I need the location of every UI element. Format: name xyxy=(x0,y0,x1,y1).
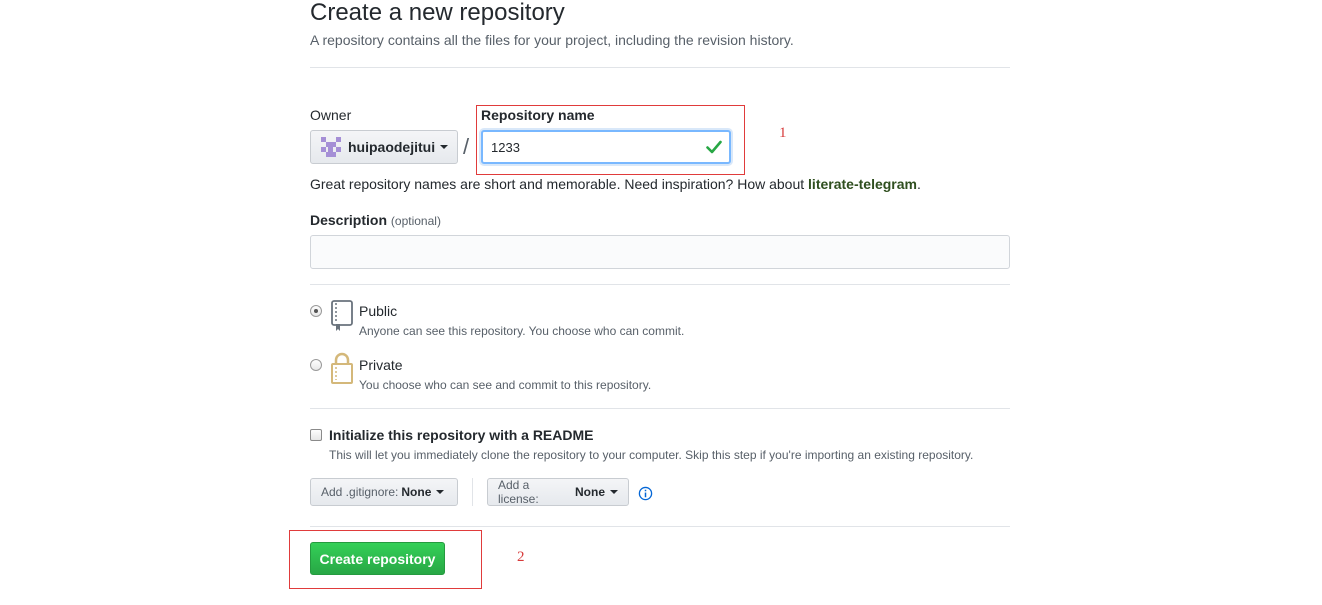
owner-dropdown[interactable]: huipaodejitui xyxy=(310,130,458,164)
repo-name-label: Repository name xyxy=(481,107,595,123)
license-dropdown[interactable]: Add a license: None xyxy=(487,478,629,506)
public-desc: Anyone can see this repository. You choo… xyxy=(359,324,685,338)
info-icon[interactable] xyxy=(638,486,653,501)
owner-name: huipaodejitui xyxy=(348,139,436,155)
description-label: Description (optional) xyxy=(310,212,441,228)
private-desc: You choose who can see and commit to thi… xyxy=(359,378,652,392)
readme-title: Initialize this repository with a README xyxy=(329,427,594,443)
readme-desc: This will let you immediately clone the … xyxy=(329,448,974,462)
private-title: Private xyxy=(359,357,403,373)
gitignore-dropdown[interactable]: Add .gitignore: None xyxy=(310,478,458,506)
public-radio[interactable] xyxy=(310,305,322,317)
page-title: Create a new repository xyxy=(310,0,565,26)
chevron-down-icon xyxy=(440,145,449,149)
repo-icon xyxy=(331,300,353,331)
create-repository-button[interactable]: Create repository xyxy=(310,542,445,575)
repo-name-input[interactable] xyxy=(481,130,731,164)
readme-checkbox[interactable] xyxy=(310,429,322,441)
lock-icon xyxy=(331,352,353,384)
private-radio[interactable] xyxy=(310,359,322,371)
description-input[interactable] xyxy=(310,235,1010,269)
new-repository-page: Create a new repository A repository con… xyxy=(0,0,1322,605)
divider xyxy=(310,67,1010,68)
public-title: Public xyxy=(359,303,398,319)
owner-repo-separator: / xyxy=(463,134,470,159)
divider xyxy=(310,408,1010,409)
page-subtitle: A repository contains all the files for … xyxy=(310,32,794,48)
chevron-down-icon xyxy=(610,490,618,494)
avatar xyxy=(321,137,341,157)
annotation-number-1: 1 xyxy=(779,125,787,141)
divider xyxy=(310,526,1010,527)
divider xyxy=(310,284,1010,285)
suggested-name-link[interactable]: literate-telegram xyxy=(808,176,917,192)
divider xyxy=(472,478,473,506)
check-icon xyxy=(706,140,722,154)
owner-label: Owner xyxy=(310,107,352,123)
optional-tag: (optional) xyxy=(390,214,441,228)
annotation-number-2: 2 xyxy=(517,549,525,565)
chevron-down-icon xyxy=(436,490,445,494)
repo-name-hint: Great repository names are short and mem… xyxy=(310,176,921,192)
